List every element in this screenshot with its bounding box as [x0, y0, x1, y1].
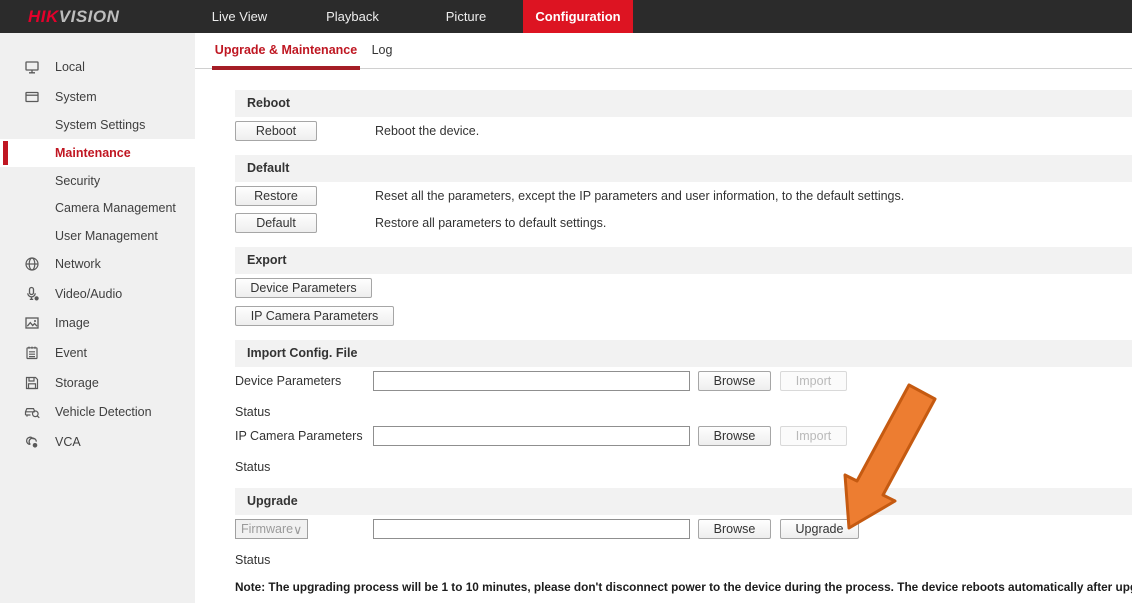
tab-bar: Upgrade & Maintenance Log: [195, 33, 1132, 69]
upgrade-button[interactable]: Upgrade: [780, 519, 859, 539]
import-ip-camera-parameters-input[interactable]: [373, 426, 690, 446]
section-title-default: Default: [235, 155, 1132, 182]
vehicle-search-icon: [24, 404, 40, 420]
sidebar-item-camera-management[interactable]: Camera Management: [0, 194, 195, 222]
nav-picture[interactable]: Picture: [409, 0, 523, 33]
hikvision-logo: HIKVISION: [28, 0, 119, 33]
hikvision-config-page: HIKVISION Live View Playback Picture Con…: [0, 0, 1132, 608]
event-icon: [24, 345, 40, 361]
import-ip-camera-status-label: Status: [235, 457, 270, 477]
vca-icon: [24, 434, 40, 450]
upgrade-status-label: Status: [235, 550, 270, 570]
logo-vision-text: VISION: [59, 7, 120, 26]
sidebar-item-label: Maintenance: [55, 139, 131, 167]
upgrade-file-input[interactable]: [373, 519, 690, 539]
sidebar-item-label: System: [55, 83, 97, 111]
sidebar-item-label: Camera Management: [55, 194, 176, 222]
sidebar-item-vehicle-detection[interactable]: Vehicle Detection: [0, 398, 195, 426]
tab-upgrade-maintenance[interactable]: Upgrade & Maintenance: [212, 33, 360, 68]
import-device-parameters-input[interactable]: [373, 371, 690, 391]
export-device-parameters-button[interactable]: Device Parameters: [235, 278, 372, 298]
monitor-icon: [24, 59, 40, 75]
import-ip-camera-browse-button[interactable]: Browse: [698, 426, 771, 446]
sidebar-item-label: System Settings: [55, 111, 145, 139]
top-bar: HIKVISION Live View Playback Picture Con…: [0, 0, 1132, 33]
nav-live-view[interactable]: Live View: [183, 0, 296, 33]
sidebar-item-local[interactable]: Local: [0, 53, 195, 81]
sidebar: Local System System Settings Maintenance…: [0, 33, 195, 603]
sidebar-item-label: Event: [55, 339, 87, 367]
import-ip-camera-parameters-label: IP Camera Parameters: [235, 426, 363, 446]
sidebar-item-label: Storage: [55, 369, 99, 397]
sidebar-item-label: Network: [55, 250, 101, 278]
nav-configuration[interactable]: Configuration: [523, 0, 633, 33]
sidebar-item-storage[interactable]: Storage: [0, 369, 195, 397]
section-title-import-config: Import Config. File: [235, 340, 1132, 367]
firmware-type-value: Firmware: [241, 522, 293, 536]
storage-icon: [24, 375, 40, 391]
sidebar-item-label: Security: [55, 167, 100, 195]
restore-description: Reset all the parameters, except the IP …: [375, 186, 904, 206]
logo-hik-text: HIK: [28, 7, 59, 26]
reboot-description: Reboot the device.: [375, 121, 479, 141]
sidebar-item-vca[interactable]: VCA: [0, 428, 195, 456]
sidebar-item-video-audio[interactable]: Video/Audio: [0, 280, 195, 308]
sidebar-item-label: Local: [55, 53, 85, 81]
firmware-type-select[interactable]: Firmware ∨: [235, 519, 308, 539]
import-device-import-button[interactable]: Import: [780, 371, 847, 391]
sidebar-item-system[interactable]: System: [0, 83, 195, 111]
upgrade-browse-button[interactable]: Browse: [698, 519, 771, 539]
main-content: Upgrade & Maintenance Log Reboot Reboot …: [195, 33, 1132, 608]
sidebar-item-label: User Management: [55, 222, 158, 250]
section-title-upgrade: Upgrade: [235, 488, 1132, 515]
sidebar-item-label: VCA: [55, 428, 81, 456]
sidebar-item-network[interactable]: Network: [0, 250, 195, 278]
image-icon: [24, 315, 40, 331]
default-button[interactable]: Default: [235, 213, 317, 233]
chevron-down-icon: ∨: [293, 522, 302, 537]
globe-icon: [24, 256, 40, 272]
system-icon: [24, 89, 40, 105]
upgrade-note: Note: The upgrading process will be 1 to…: [235, 580, 1132, 594]
sidebar-item-user-management[interactable]: User Management: [0, 222, 195, 250]
sidebar-item-label: Vehicle Detection: [55, 398, 152, 426]
sidebar-item-image[interactable]: Image: [0, 309, 195, 337]
export-ip-camera-parameters-button[interactable]: IP Camera Parameters: [235, 306, 394, 326]
import-device-status-label: Status: [235, 402, 270, 422]
section-title-reboot: Reboot: [235, 90, 1132, 117]
import-device-browse-button[interactable]: Browse: [698, 371, 771, 391]
import-ip-camera-import-button[interactable]: Import: [780, 426, 847, 446]
restore-button[interactable]: Restore: [235, 186, 317, 206]
sidebar-item-label: Image: [55, 309, 90, 337]
sidebar-item-maintenance[interactable]: Maintenance: [0, 139, 195, 167]
reboot-button[interactable]: Reboot: [235, 121, 317, 141]
sidebar-item-label: Video/Audio: [55, 280, 122, 308]
tab-log[interactable]: Log: [357, 33, 407, 68]
sidebar-item-security[interactable]: Security: [0, 167, 195, 195]
sidebar-item-event[interactable]: Event: [0, 339, 195, 367]
sidebar-item-system-settings[interactable]: System Settings: [0, 111, 195, 139]
section-title-export: Export: [235, 247, 1132, 274]
nav-playback[interactable]: Playback: [296, 0, 409, 33]
default-description: Restore all parameters to default settin…: [375, 213, 606, 233]
import-device-parameters-label: Device Parameters: [235, 371, 341, 391]
microphone-icon: [24, 286, 40, 302]
